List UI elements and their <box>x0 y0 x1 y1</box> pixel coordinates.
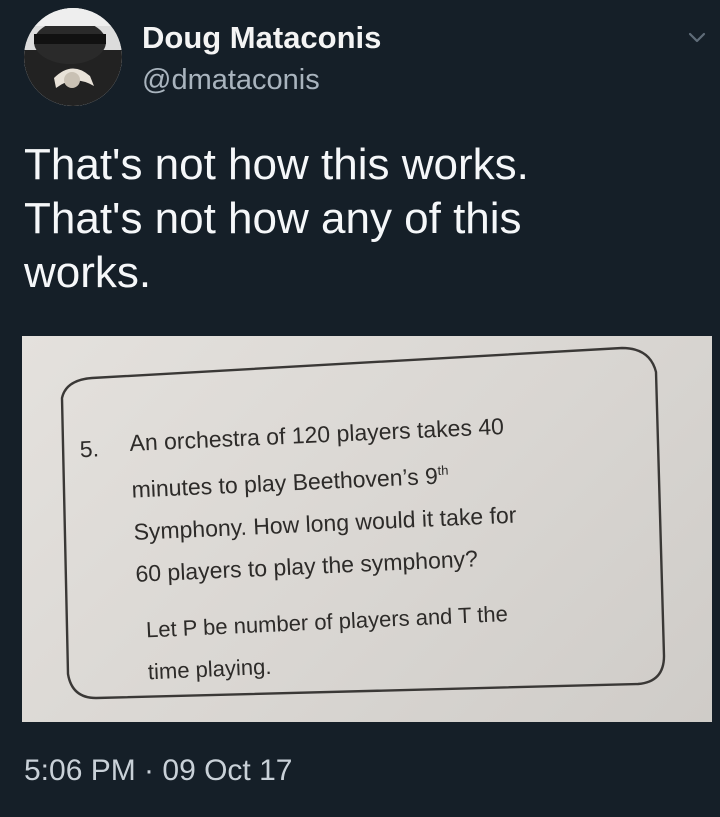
timestamp[interactable]: 5:06 PM · 09 Oct 17 <box>24 754 292 788</box>
worksheet: 5. An orchestra of 120 players takes 40 … <box>22 336 712 722</box>
avatar[interactable] <box>24 8 122 106</box>
chevron-down-icon[interactable] <box>684 24 710 50</box>
question-text: An orchestra of 120 players takes 40 min… <box>129 400 616 594</box>
superscript: th <box>437 462 449 479</box>
tweet-text-line: That's not how this works. <box>24 140 529 189</box>
question-note: Let P be number of players and T the tim… <box>145 588 618 693</box>
handle[interactable]: @dmataconis <box>142 64 320 97</box>
tweet: Doug Mataconis @dmataconis That's not ho… <box>0 0 720 817</box>
question-line-text: minutes to play Beethoven’s 9 <box>131 462 439 503</box>
tweet-text-line: works. <box>24 248 152 297</box>
tweet-text-line: That's not how any of this <box>24 194 522 243</box>
tweet-media[interactable]: 5. An orchestra of 120 players takes 40 … <box>22 336 712 722</box>
tweet-text: That's not how this works. That's not ho… <box>24 138 664 300</box>
question-number: 5. <box>79 435 100 463</box>
avatar-image <box>24 8 122 106</box>
display-name[interactable]: Doug Mataconis <box>142 20 381 56</box>
